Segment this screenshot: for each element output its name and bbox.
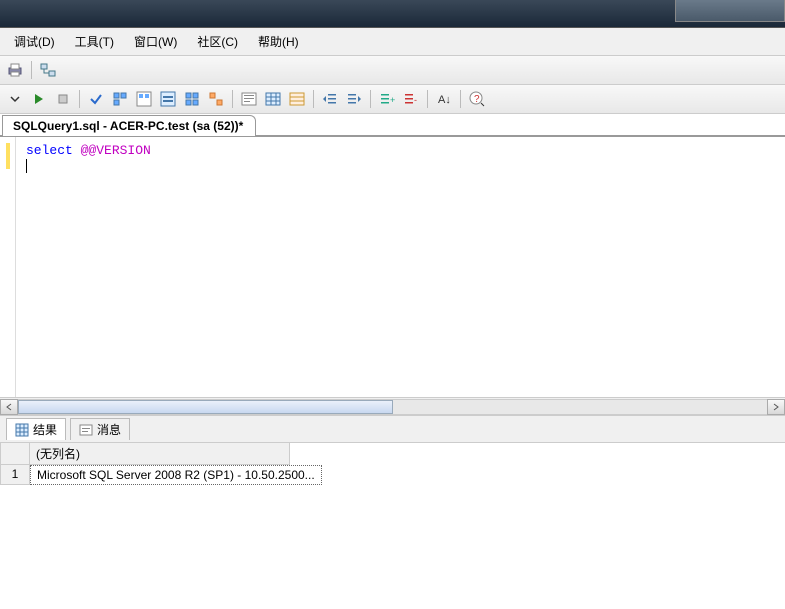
results-grid: (无列名) 1 Microsoft SQL Server 2008 R2 (SP… [0,443,785,609]
separator [31,61,32,79]
window-controls[interactable] [675,0,785,22]
row-number[interactable]: 1 [0,465,30,485]
tab-results[interactable]: 结果 [6,418,66,440]
parse-icon[interactable] [85,88,107,110]
results-text-icon[interactable] [238,88,260,110]
svg-text:A↓: A↓ [438,94,451,106]
editor-gutter [0,137,16,397]
horizontal-scrollbar[interactable] [0,397,785,415]
table-row[interactable]: 1 Microsoft SQL Server 2008 R2 (SP1) - 1… [0,465,785,485]
outdent-icon[interactable] [319,88,341,110]
scroll-left-icon[interactable] [0,399,18,415]
include-stats-icon[interactable] [181,88,203,110]
app-frame: 调试(D) 工具(T) 窗口(W) 社区(C) 帮助(H) [0,28,785,609]
indent-icon[interactable] [343,88,365,110]
column-header[interactable]: (无列名) [30,443,290,465]
bookmark-icon[interactable]: A↓ [433,88,455,110]
include-plan-icon[interactable] [157,88,179,110]
query-options-icon[interactable] [109,88,131,110]
cell-value[interactable]: Microsoft SQL Server 2008 R2 (SP1) - 10.… [30,465,322,485]
menu-bar: 调试(D) 工具(T) 窗口(W) 社区(C) 帮助(H) [0,28,785,56]
toggle-trace-icon[interactable] [205,88,227,110]
separator [460,90,461,108]
database-diagram-icon[interactable] [37,59,59,81]
editor-tabs: SQLQuery1.sql - ACER-PC.test (sa (52))* [0,114,785,137]
print-icon[interactable] [4,59,26,81]
grid-icon [15,423,29,437]
code-content[interactable]: select @@VERSION [16,137,785,397]
help-dropdown-icon[interactable]: ? [466,88,488,110]
stop-icon[interactable] [52,88,74,110]
menu-help[interactable]: 帮助(H) [250,30,307,53]
toolbar-2: + - A↓ ? [0,85,785,114]
tab-messages[interactable]: 消息 [70,418,130,440]
grid-header-row: (无列名) [0,443,785,465]
uncomment-icon[interactable]: - [400,88,422,110]
separator [79,90,80,108]
results-file-icon[interactable] [286,88,308,110]
chevron-down-icon[interactable] [4,88,26,110]
comment-icon[interactable]: + [376,88,398,110]
code-editor[interactable]: select @@VERSION [0,137,785,397]
svg-text:?: ? [474,94,480,105]
editor-tab[interactable]: SQLQuery1.sql - ACER-PC.test (sa (52))* [2,115,256,136]
message-icon [79,423,93,437]
text-cursor [26,159,27,173]
menu-debug[interactable]: 调试(D) [6,30,63,53]
separator [313,90,314,108]
display-plan-icon[interactable] [133,88,155,110]
scroll-right-icon[interactable] [767,399,785,415]
grid-corner[interactable] [0,443,30,465]
toolbar-1 [0,56,785,85]
scroll-track[interactable] [18,399,767,415]
execute-icon[interactable] [28,88,50,110]
separator [427,90,428,108]
svg-text:-: - [414,95,417,105]
sql-variable: @@VERSION [81,143,151,158]
tab-label: 结果 [33,421,57,438]
menu-community[interactable]: 社区(C) [189,30,246,53]
scroll-thumb[interactable] [18,400,393,414]
tab-label: 消息 [97,421,121,438]
sql-keyword: select [26,143,73,158]
menu-tools[interactable]: 工具(T) [67,30,122,53]
menu-window[interactable]: 窗口(W) [126,30,185,53]
results-tabs: 结果 消息 [0,415,785,443]
separator [370,90,371,108]
svg-text:+: + [390,95,395,105]
separator [232,90,233,108]
results-grid-icon[interactable] [262,88,284,110]
title-bar [0,0,785,28]
